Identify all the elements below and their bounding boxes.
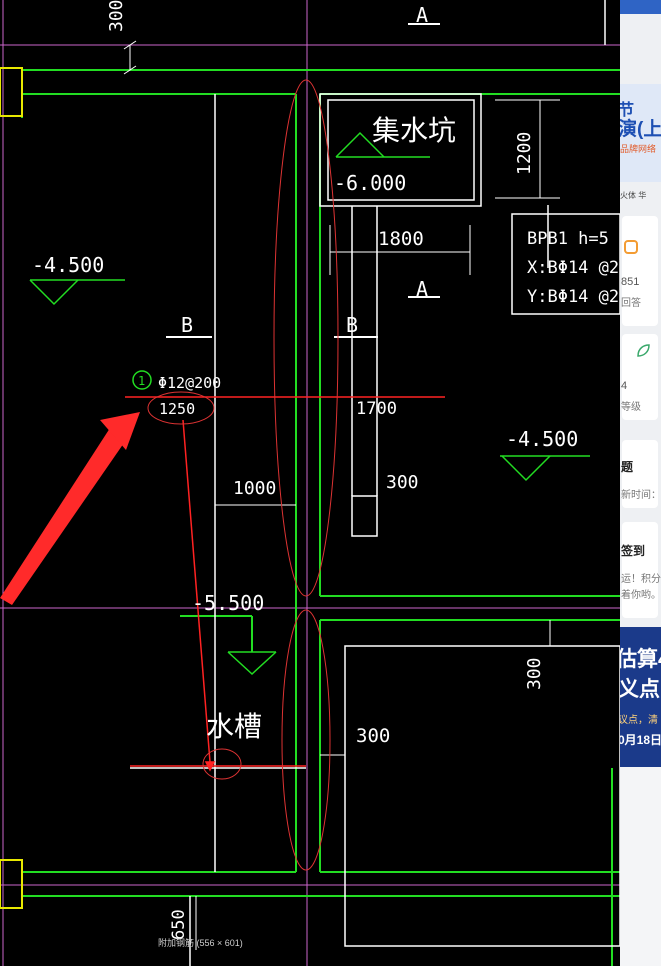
top-strip	[620, 0, 661, 14]
elevation-right: -4.500	[506, 427, 578, 451]
side-panel: 节 演(上 品牌网络 火体 华 851 回答 4 等级 题 新时间： 签到 运！…	[620, 0, 661, 966]
ad-line-3: 议点，清	[620, 715, 658, 726]
level-label: 等级	[621, 402, 641, 413]
banner-line-2: 演(上	[620, 119, 661, 140]
wall-lines	[21, 69, 620, 966]
dim-300-mid: 300	[386, 472, 419, 493]
answers-label: 回答	[621, 298, 641, 309]
section-b-left-label: B	[181, 313, 193, 337]
elevation-trough: -5.500	[192, 591, 264, 615]
dim-300-top: 300	[106, 0, 127, 32]
section-b-mid-label: B	[346, 313, 358, 337]
red-ellipses	[147, 79, 339, 871]
dim-1000: 1000	[233, 478, 276, 499]
banner-line-3: 品牌网络	[620, 144, 657, 154]
rebar-highlight	[125, 396, 445, 772]
dim-1200: 1200	[514, 132, 535, 175]
checkin-line-2: 着你哟。	[621, 590, 661, 601]
answers-count: 851	[621, 276, 640, 288]
answers-icon	[624, 240, 638, 254]
cad-drawing-viewport[interactable]: 300 A 集水坑 -6.000 1200 1800 A BPB1 h=5 X:…	[0, 0, 620, 966]
plate-line-1: BPB1 h=5	[527, 229, 609, 249]
dim-300-right: 300	[524, 657, 545, 690]
dim-1800: 1800	[378, 228, 424, 250]
elevation-left: -4.500	[32, 253, 104, 277]
topic-time: 新时间：	[621, 490, 661, 501]
trough-title: 水槽	[206, 710, 262, 743]
section-a-top-label: A	[416, 3, 428, 27]
image-caption: 附加钢筋 (556 × 601)	[158, 938, 243, 948]
red-arrow-annotation	[0, 412, 140, 605]
ad-banner[interactable]: 估算4 义点 议点，清 0月18日	[620, 627, 661, 767]
cad-drawing: 300 A 集水坑 -6.000 1200 1800 A BPB1 h=5 X:…	[0, 0, 620, 966]
dim-1700: 1700	[356, 399, 397, 419]
plate-line-2: X:BΦ14 @2	[527, 258, 619, 278]
ad-line-4: 0月18日	[620, 733, 661, 747]
rebar-spec: Φ12@200	[158, 374, 221, 392]
elevation-markers	[29, 131, 590, 676]
leaf-icon	[637, 344, 650, 357]
level-value: 4	[621, 380, 628, 392]
checkin-title: 签到	[621, 544, 646, 558]
plate-line-3: Y:BΦ14 @2	[527, 287, 619, 307]
section-a-mid-label: A	[416, 277, 428, 301]
ad-line-1: 估算4	[620, 648, 661, 671]
topic-title: 题	[621, 460, 634, 474]
rebar-mark-number: 1	[138, 374, 145, 388]
ad-line-2: 义点	[620, 678, 660, 701]
sump-title: 集水坑	[372, 114, 456, 147]
checkin-line-1: 运！积分	[621, 574, 661, 585]
stats-card	[622, 216, 658, 326]
rebar-length: 1250	[159, 400, 195, 418]
promo-banner[interactable]: 节 演(上 品牌网络	[620, 84, 661, 182]
sump-elevation: -6.000	[334, 171, 406, 195]
banner-sub: 火体 华	[620, 191, 647, 200]
dim-300-low: 300	[356, 725, 390, 747]
panel-lower-area	[620, 767, 661, 966]
